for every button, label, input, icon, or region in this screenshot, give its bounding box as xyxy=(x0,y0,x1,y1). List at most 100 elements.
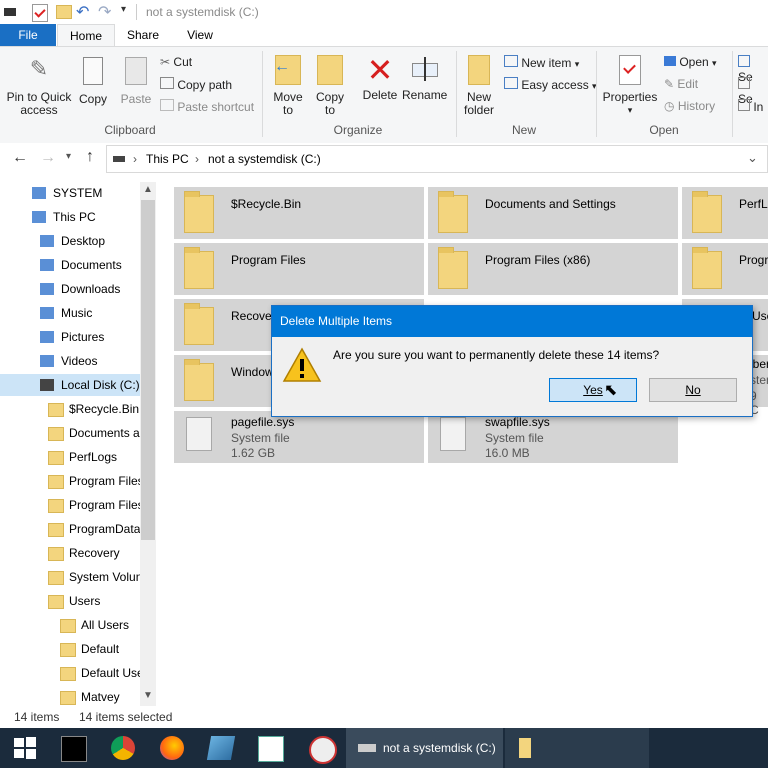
forward-arrow-icon[interactable]: → xyxy=(40,149,56,167)
dialog-title-bar[interactable]: Delete Multiple Items xyxy=(272,306,752,337)
tree-item[interactable]: System Volun xyxy=(0,566,140,588)
tree-item[interactable]: Pictures xyxy=(0,326,140,348)
copy-path-button[interactable]: Copy path xyxy=(160,77,232,92)
tree-item[interactable]: Recovery xyxy=(0,542,140,564)
rename-button[interactable]: Rename xyxy=(402,55,447,102)
firefox-icon[interactable] xyxy=(160,736,184,760)
tree-item[interactable]: Program Files xyxy=(0,494,140,516)
item-name: Users xyxy=(752,309,768,323)
paste-icon xyxy=(125,57,147,85)
tree-item[interactable]: Desktop xyxy=(0,230,140,252)
history-clock-icon: ◷ xyxy=(664,99,675,113)
yes-button[interactable]: Yes xyxy=(549,378,637,402)
tab-view[interactable]: View xyxy=(175,24,225,46)
tab-file[interactable]: File xyxy=(0,24,56,46)
tree-item[interactable]: Documents a xyxy=(0,422,140,444)
new-folder-label: New folder xyxy=(463,90,495,117)
edit-button[interactable]: ✎ Edit xyxy=(664,77,698,91)
chart-app-icon[interactable] xyxy=(258,736,284,762)
folder-tile-recycle-bin[interactable]: $Recycle.Bin xyxy=(174,187,424,239)
file-tile-pagefile[interactable]: pagefile.sys System file 1.62 GB xyxy=(174,411,424,463)
address-dropdown-chevron-icon[interactable]: ⌄ xyxy=(747,150,758,166)
pin-to-quick-access-button[interactable]: ✎ Pin to Quick access xyxy=(4,57,74,117)
folder-tile-documents-and-settings[interactable]: Documents and Settings xyxy=(428,187,678,239)
windows-start-icon[interactable] xyxy=(13,736,37,760)
customize-chevron-icon[interactable]: ▾ xyxy=(121,4,126,15)
tree-item[interactable]: Matvey xyxy=(0,686,140,708)
edit-pencil-icon: ✎ xyxy=(664,77,675,91)
new-folder-button[interactable]: New folder xyxy=(460,55,498,117)
folder-icon xyxy=(48,475,64,489)
folder-icon xyxy=(48,427,64,441)
tree-item[interactable]: ProgramData xyxy=(0,518,140,540)
tree-item-label: Desktop xyxy=(61,234,106,248)
paste-shortcut-label: Paste shortcut xyxy=(177,100,255,114)
tree-item[interactable]: Videos xyxy=(0,350,140,372)
tree-item-label: Videos xyxy=(61,354,98,368)
address-bar[interactable]: › This PC › not a systemdisk (C:) ⌄ xyxy=(106,145,768,173)
folder-tile-program-files[interactable]: Program Files xyxy=(174,243,424,295)
folder-icon xyxy=(184,191,214,233)
new-folder-icon[interactable] xyxy=(56,5,72,19)
tab-share[interactable]: Share xyxy=(118,24,168,46)
breadcrumb-location[interactable]: not a systemdisk (C:) xyxy=(208,152,321,166)
history-button[interactable]: ◷ History xyxy=(664,99,715,113)
recent-locations-chevron-icon[interactable]: ▾ xyxy=(66,151,71,162)
command-prompt-icon[interactable] xyxy=(61,736,87,762)
chrome-icon[interactable] xyxy=(111,736,135,760)
notepad-icon[interactable] xyxy=(206,736,236,760)
cut-button[interactable]: ✂ Cut xyxy=(160,55,192,69)
new-item-button[interactable]: New item ▾ xyxy=(504,55,579,70)
folder-tile-programdata[interactable]: Progr xyxy=(682,243,768,295)
paste-button[interactable]: Paste xyxy=(118,57,154,106)
move-to-button[interactable]: ← Move to xyxy=(270,55,306,117)
back-arrow-icon[interactable]: ← xyxy=(12,149,28,167)
copy-path-label: Copy path xyxy=(177,78,233,92)
copy-button[interactable]: Copy xyxy=(76,57,110,106)
properties-label: Properties xyxy=(602,90,658,104)
paste-shortcut-button[interactable]: Paste shortcut xyxy=(160,99,254,114)
pin-label: Pin to Quick access xyxy=(6,90,72,117)
taskbar-folder-item[interactable] xyxy=(505,728,649,768)
tree-item[interactable]: Downloads xyxy=(0,278,140,300)
undo-icon[interactable]: ↶ xyxy=(76,2,89,22)
invert-selection-button[interactable]: In xyxy=(738,99,763,114)
redo-icon[interactable]: ↷ xyxy=(98,2,111,22)
easy-access-button[interactable]: Easy access ▾ xyxy=(504,77,597,92)
tree-item[interactable]: $Recycle.Bin xyxy=(0,398,140,420)
system-file-gear-icon xyxy=(186,417,212,451)
properties-icon[interactable] xyxy=(32,4,48,22)
properties-button[interactable]: Properties ▾ xyxy=(602,55,658,117)
tab-home[interactable]: Home xyxy=(57,24,115,47)
open-button[interactable]: Open ▾ xyxy=(664,55,717,69)
tree-item[interactable]: Documents xyxy=(0,254,140,276)
tree-item[interactable]: SYSTEM xyxy=(0,182,140,204)
tree-item[interactable]: All Users xyxy=(0,614,140,636)
tree-item[interactable]: PerfLogs xyxy=(0,446,140,468)
tree-item[interactable]: Local Disk (C:) xyxy=(0,374,140,396)
delete-button[interactable]: ✕ Delete xyxy=(358,54,402,102)
breadcrumb-this-pc[interactable]: This PC xyxy=(146,152,189,166)
tree-item[interactable]: Default xyxy=(0,638,140,660)
scroll-up-chevron-icon[interactable]: ▲ xyxy=(143,184,153,195)
pictures-icon xyxy=(40,331,54,343)
tree-item[interactable]: Music xyxy=(0,302,140,324)
folder-icon xyxy=(48,403,64,417)
tree-item-label: Downloads xyxy=(61,282,121,296)
scissors-icon: ✂ xyxy=(160,55,171,69)
up-arrow-icon[interactable]: ↑ xyxy=(86,148,94,166)
tree-item[interactable]: Default User xyxy=(0,662,140,684)
tree-item[interactable]: This PC xyxy=(0,206,140,228)
folder-tile-perflogs[interactable]: PerfLo xyxy=(682,187,768,239)
no-button[interactable]: No xyxy=(649,378,737,402)
tree-item-label: Music xyxy=(61,306,93,320)
tree-item[interactable]: Program Files xyxy=(0,470,140,492)
paint-app-icon[interactable] xyxy=(309,736,337,764)
tree-item[interactable]: Users xyxy=(0,590,140,612)
tree-scrollbar-thumb[interactable] xyxy=(141,200,155,540)
file-tile-swapfile[interactable]: swapfile.sys System file 16.0 MB xyxy=(428,411,678,463)
scroll-down-chevron-icon[interactable]: ▼ xyxy=(143,690,153,701)
taskbar-explorer-item[interactable]: not a systemdisk (C:) xyxy=(346,728,503,768)
copy-to-button[interactable]: Copy to xyxy=(312,55,348,117)
folder-tile-program-files-x86[interactable]: Program Files (x86) xyxy=(428,243,678,295)
